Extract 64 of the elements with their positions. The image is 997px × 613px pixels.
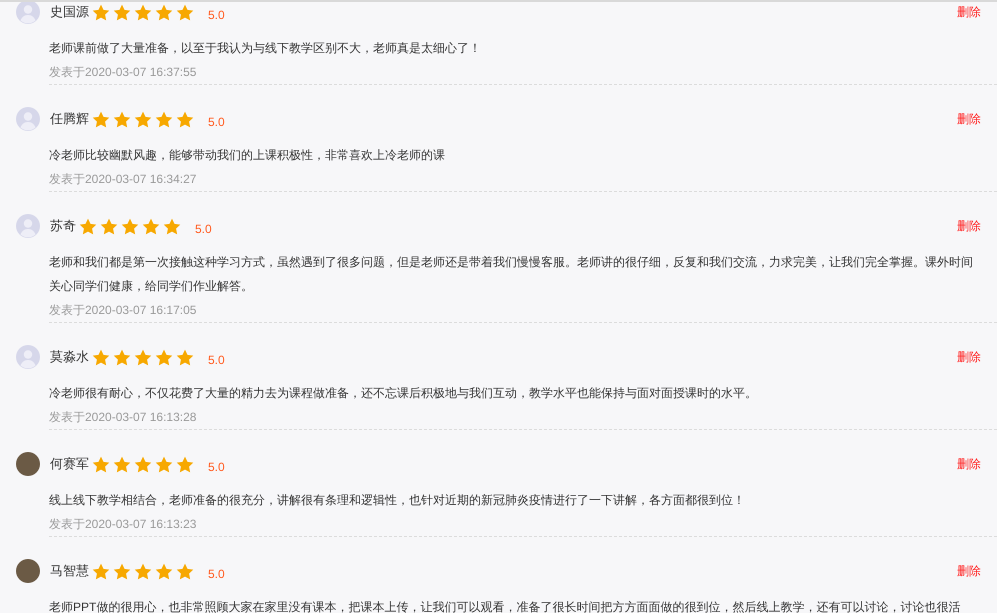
star-icon bbox=[155, 348, 173, 366]
reviewer-name: 任腾辉 bbox=[50, 110, 89, 128]
star-icon bbox=[113, 562, 131, 580]
rating-score: 5.0 bbox=[208, 7, 225, 24]
review-comment: 冷老师很有耐心，不仅花费了大量的精力去为课程做准备，还不忘课后积极地与我们互动，教学水平也能保持与面对面授课时的水平。 bbox=[49, 385, 758, 402]
review-comment: 老师和我们都是第一次接触这种学习方式，虽然遇到了很多问题，但是老师还是带着我们慢慢客服。老师讲的很仔细，反复和我们交流，力求完美，让我们完全掌握。课外时间关心同学们健康，给同学们作业解答。 bbox=[49, 254, 974, 295]
reviewer-name: 莫淼水 bbox=[50, 348, 89, 366]
photo-placeholder bbox=[16, 452, 40, 476]
reviewer-name: 史国源 bbox=[50, 3, 89, 22]
star-icon bbox=[176, 562, 194, 580]
star-icon bbox=[155, 4, 173, 20]
star-icon bbox=[113, 456, 131, 472]
rating-score: 5.0 bbox=[208, 114, 225, 131]
review-comment: 线上线下教学相结合，老师准备的很充分，讲解很有条理和逻辑性，也针对近期的新冠肺炎疫情进行了一下讲解，各方面都很到位！ bbox=[49, 492, 746, 509]
star-icon bbox=[92, 562, 110, 580]
review-date: 发表于2020-03-07 16:17:05 bbox=[49, 302, 198, 319]
review-comment: 老师PPT做的很用心，也非常照顾大家在家里没有课本，把课本上传，让我们可以观看，准备了很长时间把方方面面做的很到位，然后线上教学，还有可以讨论，讨论也很活 bbox=[49, 599, 962, 613]
star-icon bbox=[79, 218, 97, 234]
rating-score: 5.0 bbox=[208, 566, 225, 583]
delete-link[interactable]: 删除 bbox=[957, 217, 981, 235]
delete-link[interactable]: 删除 bbox=[957, 348, 981, 366]
star-icon bbox=[113, 348, 131, 366]
star-icon bbox=[134, 348, 152, 366]
delete-link[interactable]: 删除 bbox=[957, 3, 981, 21]
star-icon bbox=[176, 4, 194, 20]
avatar-icon bbox=[16, 107, 40, 131]
rating-score: 5.0 bbox=[208, 459, 225, 476]
avatar-icon bbox=[16, 345, 40, 369]
star-icon bbox=[121, 218, 139, 234]
star-icon bbox=[155, 456, 173, 472]
star-icon bbox=[100, 218, 118, 234]
star-icon bbox=[134, 110, 152, 128]
star-icon bbox=[176, 348, 194, 366]
delete-link[interactable]: 删除 bbox=[957, 455, 981, 473]
review-comment: 冷老师比较幽默风趣，能够带动我们的上课积极性，非常喜欢上冷老师的课 bbox=[49, 147, 446, 164]
reviewer-name: 何赛军 bbox=[50, 455, 89, 474]
star-icon bbox=[163, 218, 181, 234]
star-icon bbox=[176, 456, 194, 472]
star-icon bbox=[142, 218, 160, 234]
star-icon bbox=[134, 562, 152, 580]
star-icon bbox=[176, 110, 194, 128]
avatar-icon bbox=[16, 214, 40, 238]
star-icon bbox=[92, 348, 110, 366]
photo-placeholder bbox=[16, 559, 40, 583]
review-date: 发表于2020-03-07 16:37:55 bbox=[49, 64, 198, 81]
review-comment: 老师课前做了大量准备，以至于我认为与线下教学区别不大，老师真是太细心了！ bbox=[49, 40, 482, 57]
star-icon bbox=[155, 562, 173, 580]
star-icon bbox=[134, 456, 152, 472]
star-icon bbox=[113, 4, 131, 20]
star-icon bbox=[92, 110, 110, 128]
star-icon bbox=[113, 110, 131, 128]
review-date: 发表于2020-03-07 16:13:23 bbox=[49, 516, 198, 533]
delete-link[interactable]: 删除 bbox=[957, 562, 981, 580]
review-date: 发表于2020-03-07 16:13:28 bbox=[49, 409, 198, 426]
reviewer-name: 马智慧 bbox=[50, 562, 89, 580]
rating-score: 5.0 bbox=[195, 221, 212, 238]
star-icon bbox=[155, 110, 173, 128]
reviewer-name: 苏奇 bbox=[50, 217, 76, 236]
delete-link[interactable]: 删除 bbox=[957, 110, 981, 128]
review-date: 发表于2020-03-07 16:34:27 bbox=[49, 171, 198, 188]
star-icon bbox=[134, 4, 152, 20]
star-icon bbox=[92, 4, 110, 20]
rating-score: 5.0 bbox=[208, 352, 225, 369]
star-icon bbox=[92, 456, 110, 472]
